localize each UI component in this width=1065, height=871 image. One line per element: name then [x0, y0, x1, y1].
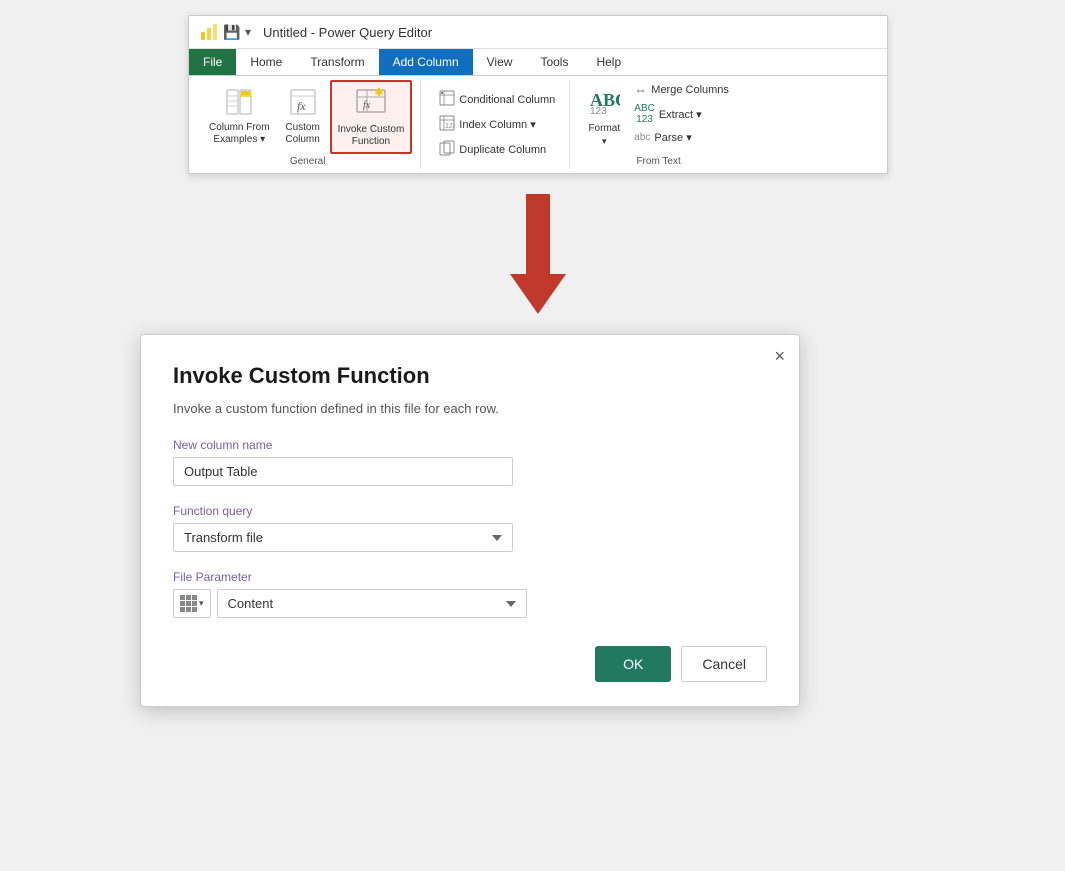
format-arrow: ▾: [602, 136, 607, 147]
column-options-group: Conditional Column 123 Index Column ▾: [425, 80, 570, 169]
ribbon-content: Column FromExamples ▾ fx CustomColumn: [189, 76, 887, 173]
column-from-examples-button[interactable]: Column FromExamples ▾: [203, 84, 276, 150]
svg-text:123: 123: [445, 123, 455, 130]
general-group-label: General: [203, 154, 412, 169]
table-grid-icon: [180, 595, 197, 612]
index-column-icon: 123: [439, 115, 455, 134]
dropdown-arrow: ▾: [245, 25, 251, 39]
tab-view[interactable]: View: [473, 49, 527, 75]
general-buttons: Column FromExamples ▾ fx CustomColumn: [203, 80, 412, 154]
from-text-group: ABC 123 Format ▾ ⇔ Merge Columns ABC123: [574, 80, 743, 169]
tab-file[interactable]: File: [189, 49, 236, 75]
svg-text:fx: fx: [363, 100, 371, 111]
invoke-custom-function-label: Invoke CustomFunction: [338, 124, 405, 148]
merge-columns-label: Merge Columns: [651, 84, 729, 96]
arrow-container: [188, 174, 888, 334]
dialog-footer: OK Cancel: [173, 646, 767, 682]
merge-columns-button[interactable]: ⇔ Merge Columns: [628, 80, 735, 99]
tab-home[interactable]: Home: [236, 49, 296, 75]
extract-button[interactable]: ABC123 Extract ▾: [628, 101, 735, 127]
custom-column-button[interactable]: fx CustomColumn: [278, 84, 328, 150]
table-chevron-icon: ▾: [199, 598, 204, 609]
title-bar-icons: 💾 ▾: [199, 22, 251, 42]
duplicate-column-label: Duplicate Column: [459, 144, 546, 156]
window-title: Untitled - Power Query Editor: [263, 25, 432, 40]
column-small-buttons: Conditional Column 123 Index Column ▾: [433, 80, 561, 169]
cancel-button[interactable]: Cancel: [681, 646, 767, 682]
ribbon-container: 💾 ▾ Untitled - Power Query Editor File H…: [188, 15, 888, 174]
merge-columns-icon: ⇔: [634, 82, 647, 97]
conditional-column-label: Conditional Column: [459, 94, 555, 106]
column-examples-icon: [225, 88, 253, 120]
new-column-name-group: New column name: [173, 438, 767, 486]
from-text-buttons: ABC 123 Format ▾ ⇔ Merge Columns ABC123: [582, 80, 735, 154]
duplicate-column-button[interactable]: Duplicate Column: [433, 138, 561, 161]
format-icon: ABC 123: [588, 84, 620, 121]
parse-button[interactable]: abc Parse ▾: [628, 129, 735, 146]
arrow-graphic: [510, 194, 566, 314]
conditional-column-button[interactable]: Conditional Column: [433, 88, 561, 111]
custom-column-label: CustomColumn: [285, 122, 319, 146]
tab-transform[interactable]: Transform: [296, 49, 378, 75]
table-type-button[interactable]: ▾: [173, 589, 211, 618]
new-column-name-input[interactable]: [173, 457, 513, 486]
function-query-group: Function query Transform file: [173, 504, 767, 552]
tab-tools[interactable]: Tools: [526, 49, 582, 75]
file-parameter-label: File Parameter: [173, 570, 767, 584]
arrow-shaft: [526, 194, 550, 274]
general-group: Column FromExamples ▾ fx CustomColumn: [195, 80, 421, 169]
ok-button[interactable]: OK: [595, 646, 671, 682]
tab-add-column[interactable]: Add Column: [379, 49, 473, 75]
parse-label: Parse ▾: [654, 131, 691, 144]
title-bar: 💾 ▾ Untitled - Power Query Editor: [189, 16, 887, 49]
from-text-small-buttons: ⇔ Merge Columns ABC123 Extract ▾ abc Par…: [628, 80, 735, 146]
from-text-group-label: From Text: [582, 154, 735, 169]
file-parameter-row: ▾ Content: [173, 589, 767, 618]
extract-label: Extract ▾: [659, 108, 702, 121]
column-from-examples-label: Column FromExamples ▾: [209, 122, 270, 146]
tab-help[interactable]: Help: [582, 49, 635, 75]
index-column-label: Index Column ▾: [459, 118, 535, 131]
function-query-select[interactable]: Transform file: [173, 523, 513, 552]
app-icon: [199, 22, 219, 42]
ribbon-tabs: File Home Transform Add Column View Tool…: [189, 49, 887, 76]
svg-text:123: 123: [590, 106, 607, 116]
index-column-button[interactable]: 123 Index Column ▾: [433, 113, 561, 136]
custom-column-icon: fx: [289, 88, 317, 120]
invoke-custom-function-button[interactable]: fx Invoke CustomFunction: [330, 80, 413, 154]
arrow-head: [510, 274, 566, 314]
invoke-function-icon: fx: [355, 86, 387, 122]
format-label: Format: [588, 123, 620, 134]
format-button[interactable]: ABC 123 Format ▾: [582, 80, 626, 151]
file-parameter-select[interactable]: Content: [217, 589, 527, 618]
parse-icon: abc: [634, 132, 650, 143]
extract-icon: ABC123: [634, 103, 655, 125]
dialog-description: Invoke a custom function defined in this…: [173, 401, 767, 416]
function-query-label: Function query: [173, 504, 767, 518]
invoke-function-dialog: × Invoke Custom Function Invoke a custom…: [140, 334, 800, 707]
svg-text:fx: fx: [297, 99, 306, 113]
file-parameter-group: File Parameter ▾ Content: [173, 570, 767, 618]
dialog-close-button[interactable]: ×: [774, 347, 785, 365]
conditional-column-icon: [439, 90, 455, 109]
duplicate-column-icon: [439, 140, 455, 159]
new-column-name-label: New column name: [173, 438, 767, 452]
save-button[interactable]: 💾: [223, 23, 241, 41]
dialog-title: Invoke Custom Function: [173, 363, 767, 389]
